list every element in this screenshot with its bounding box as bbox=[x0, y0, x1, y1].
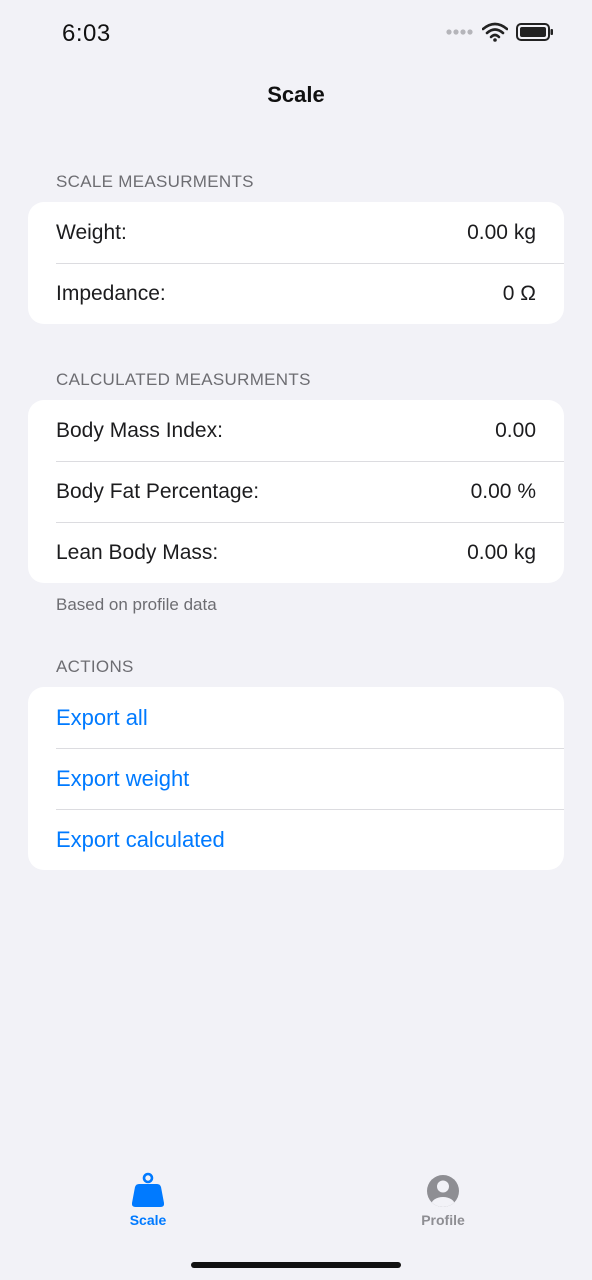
export-weight-button[interactable]: Export weight bbox=[28, 748, 564, 809]
actions-card: Export all Export weight Export calculat… bbox=[28, 687, 564, 870]
status-time: 6:03 bbox=[62, 20, 111, 47]
section-header-calculated: CALCULATED MEASURMENTS bbox=[56, 370, 311, 389]
impedance-value: 0 Ω bbox=[502, 281, 536, 305]
page-title: Scale bbox=[267, 82, 325, 107]
lean-body-mass-label: Lean Body Mass: bbox=[56, 540, 219, 564]
calculated-measurements-card: Body Mass Index: 0.00 Body Fat Percentag… bbox=[28, 400, 564, 583]
bmi-label: Body Mass Index: bbox=[56, 418, 223, 442]
weight-value: 0.00 kg bbox=[467, 220, 536, 244]
tab-profile-label: Profile bbox=[421, 1212, 465, 1228]
export-calculated-button[interactable]: Export calculated bbox=[28, 809, 564, 870]
bmi-row: Body Mass Index: 0.00 bbox=[28, 400, 564, 461]
lean-body-mass-row: Lean Body Mass: 0.00 kg bbox=[28, 522, 564, 583]
cellular-signal-icon bbox=[446, 29, 473, 35]
tab-bar: Scale Profile bbox=[0, 1170, 592, 1280]
weight-label: Weight: bbox=[56, 220, 127, 244]
scale-measurements-card: Weight: 0.00 kg Impedance: 0 Ω bbox=[28, 202, 564, 324]
wifi-icon bbox=[482, 22, 508, 42]
calculated-footer-note: Based on profile data bbox=[56, 595, 217, 614]
tab-scale-label: Scale bbox=[129, 1212, 167, 1228]
section-header-scale: SCALE MEASURMENTS bbox=[56, 172, 254, 191]
scale-weight-icon bbox=[131, 1172, 165, 1207]
weight-row: Weight: 0.00 kg bbox=[28, 202, 564, 263]
lean-body-mass-value: 0.00 kg bbox=[467, 540, 536, 564]
body-fat-label: Body Fat Percentage: bbox=[56, 479, 260, 503]
bmi-value: 0.00 bbox=[495, 418, 536, 442]
battery-icon bbox=[516, 23, 553, 41]
body-fat-value: 0.00 % bbox=[470, 479, 536, 503]
tab-scale[interactable]: Scale bbox=[88, 1172, 208, 1228]
status-icons bbox=[446, 22, 554, 42]
person-circle-icon bbox=[427, 1175, 459, 1207]
impedance-label: Impedance: bbox=[56, 281, 166, 305]
home-indicator bbox=[191, 1262, 401, 1268]
impedance-row: Impedance: 0 Ω bbox=[28, 263, 564, 324]
export-all-button[interactable]: Export all bbox=[28, 687, 564, 748]
section-header-actions: ACTIONS bbox=[56, 657, 134, 676]
tab-profile[interactable]: Profile bbox=[383, 1172, 503, 1228]
status-bar: 6:03 bbox=[0, 0, 592, 70]
body-fat-row: Body Fat Percentage: 0.00 % bbox=[28, 461, 564, 522]
